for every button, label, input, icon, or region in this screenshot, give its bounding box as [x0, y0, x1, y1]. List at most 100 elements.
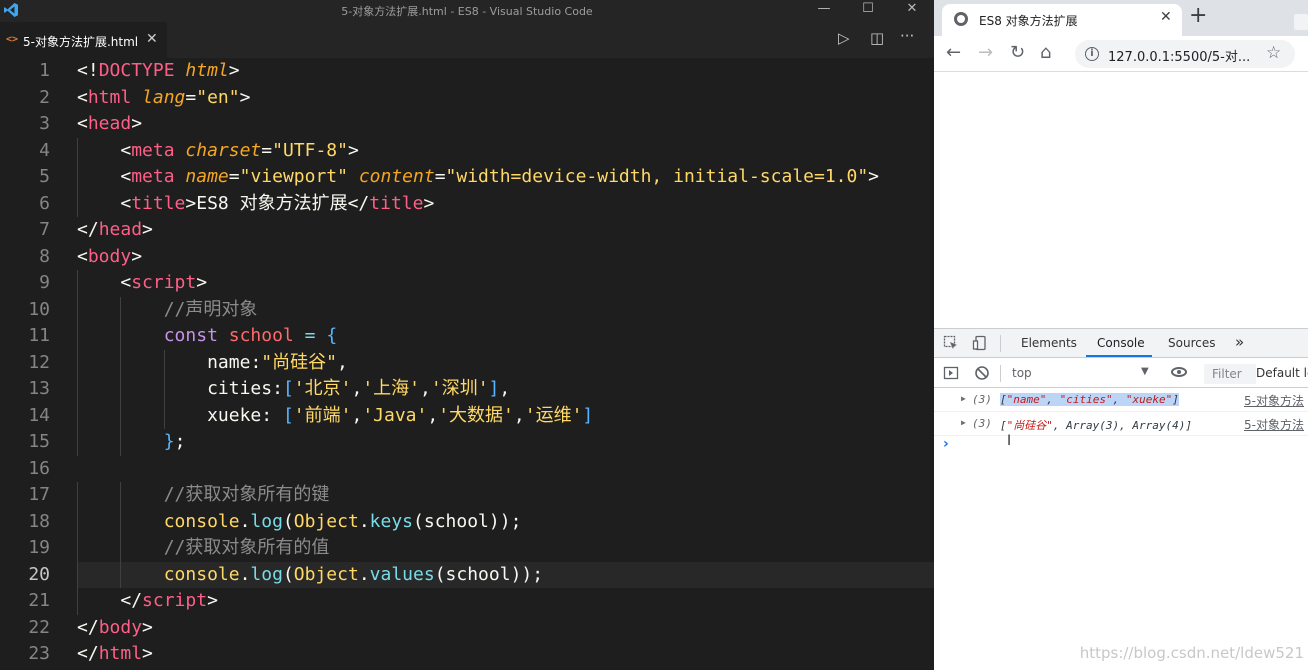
- code-line[interactable]: 14 xueke: ['前端','Java','大数据','运维']: [0, 402, 934, 429]
- home-icon[interactable]: ⌂: [1040, 42, 1051, 63]
- sidebar-toggle-icon[interactable]: [943, 365, 959, 381]
- code-token: //声明对象: [163, 298, 258, 320]
- console-prompt-icon[interactable]: ›: [943, 436, 949, 452]
- reload-icon[interactable]: ↻: [1010, 42, 1025, 63]
- bookmark-star-icon[interactable]: ☆: [1266, 43, 1281, 63]
- expand-triangle-icon[interactable]: ▶: [961, 418, 966, 427]
- devtools-tabbar: Elements Console Sources »: [934, 329, 1308, 358]
- code-line[interactable]: 12 name:"尚硅谷",: [0, 349, 934, 376]
- code-token: '北京': [293, 378, 352, 399]
- code-line[interactable]: 21 </script>: [0, 588, 934, 615]
- code-line[interactable]: 16: [0, 456, 934, 483]
- code-line[interactable]: 7 </head>: [0, 217, 934, 244]
- close-tab-icon[interactable]: ✕: [1160, 9, 1172, 25]
- more-actions-icon[interactable]: ···: [900, 27, 914, 45]
- code-editor[interactable]: 1 <!DOCTYPE html> 2 <html lang="en"> 3 <head>…: [0, 58, 934, 670]
- line-number: 7: [39, 219, 50, 240]
- code-text: //声明对象: [164, 297, 258, 324]
- code-token: html: [185, 60, 229, 81]
- code-token: "UTF-8": [272, 139, 348, 161]
- console-log-row[interactable]: ▶ (3) ["尚硅谷", Array(3), Array(4)] 5-对象方法: [934, 412, 1308, 436]
- code-token: <!: [77, 60, 99, 81]
- code-line[interactable]: 17 //获取对象所有的键: [0, 482, 934, 509]
- device-toolbar-icon[interactable]: [972, 335, 988, 351]
- close-window-button[interactable]: ✕: [890, 0, 934, 22]
- browser-tab[interactable]: ES8 对象方法扩展 ✕: [942, 4, 1182, 36]
- code-line[interactable]: 15};: [0, 429, 934, 456]
- indent-guide: [77, 429, 78, 456]
- code-token: )): [510, 563, 533, 585]
- code-line[interactable]: 13 cities:['北京','上海','深圳'],: [0, 376, 934, 403]
- array-preview: ["尚硅谷", Array(3), Array(4)]: [1000, 419, 1192, 432]
- tab-console[interactable]: Console: [1097, 336, 1145, 350]
- back-icon[interactable]: ←: [946, 42, 961, 63]
- close-tab-icon[interactable]: ✕: [146, 31, 158, 47]
- code-line[interactable]: 10 //声明对象: [0, 296, 934, 324]
- code-line[interactable]: 4 <meta charset="UTF-8">: [0, 137, 934, 164]
- minimize-button[interactable]: —: [802, 0, 846, 22]
- code-token: =: [185, 86, 197, 108]
- new-tab-button[interactable]: +: [1189, 5, 1207, 27]
- split-editor-icon[interactable]: ◫: [870, 29, 884, 47]
- code-text: <!DOCTYPE html>: [77, 58, 240, 85]
- log-source-link[interactable]: 5-对象方法: [1244, 392, 1304, 409]
- indent-guide: [77, 402, 78, 429]
- inspect-element-icon[interactable]: [943, 335, 959, 351]
- maximize-button[interactable]: ☐: [846, 0, 890, 22]
- line-number: 15: [28, 431, 50, 452]
- log-source-link[interactable]: 5-对象方法: [1244, 416, 1304, 433]
- code-line[interactable]: 20 console.log(Object.values(school));: [28, 561, 934, 588]
- run-icon[interactable]: ▷: [838, 29, 850, 47]
- code-text: };: [164, 429, 186, 456]
- code-token: "尚硅谷": [261, 351, 337, 373]
- code-token: ,: [351, 378, 363, 399]
- context-selector[interactable]: top: [1012, 366, 1032, 380]
- editor-tab[interactable]: <> 5-对象方法扩展.html ✕: [0, 22, 167, 58]
- indent-guide: [120, 402, 122, 429]
- code-line[interactable]: 6 <title>ES8 对象方法扩展</title>: [0, 190, 934, 217]
- indent-guide: [163, 376, 165, 403]
- code-line[interactable]: 22 </body>: [0, 615, 934, 642]
- code-token: :: [250, 351, 262, 373]
- code-token: '前端': [293, 404, 352, 426]
- console-log-row[interactable]: ▶ (3) ["name", "cities", "xueke"] 5-对象方法: [934, 388, 1308, 412]
- code-line[interactable]: 23 </html>: [0, 641, 934, 668]
- code-line[interactable]: 19 //获取对象所有的值: [0, 535, 934, 562]
- address-bar[interactable]: i 127.0.0.1:5500/5-对... ☆: [1075, 40, 1295, 68]
- code-line[interactable]: 8 <body>: [0, 244, 934, 271]
- code-token: "width=device-width, initial-scale=1.0": [445, 166, 869, 187]
- watermark: https://blog.csdn.net/ldew521: [1079, 644, 1304, 662]
- chevron-down-icon[interactable]: ▼: [1141, 366, 1149, 377]
- code-token: >: [131, 245, 143, 267]
- code-token: ,: [499, 378, 511, 399]
- indent-guide: [120, 349, 122, 376]
- code-token: ES8 对象方法扩展: [196, 192, 348, 214]
- info-icon[interactable]: i: [1085, 47, 1099, 61]
- filter-placeholder: Filter: [1212, 367, 1242, 381]
- code-line[interactable]: 1 <!DOCTYPE html>: [0, 58, 934, 85]
- more-tabs-icon[interactable]: »: [1235, 333, 1244, 351]
- code-line[interactable]: 9 <script>: [0, 270, 934, 297]
- clear-console-icon[interactable]: [974, 365, 990, 381]
- eye-icon[interactable]: [1171, 367, 1187, 377]
- code-text: <head>: [77, 111, 142, 138]
- code-line[interactable]: 2 <html lang="en">: [0, 85, 934, 112]
- url-text: 127.0.0.1:5500/5-对...: [1108, 50, 1251, 65]
- code-token: content: [358, 166, 435, 187]
- vscode-window: 5-对象方法扩展.html - ES8 - Visual Studio Code…: [0, 0, 934, 670]
- code-token: console: [163, 510, 240, 532]
- code-line[interactable]: 3 <head>: [0, 111, 934, 138]
- forward-icon[interactable]: →: [978, 42, 993, 63]
- log-levels-dropdown[interactable]: Default le: [1256, 366, 1308, 380]
- tab-sources[interactable]: Sources: [1168, 336, 1215, 350]
- code-token: {: [326, 325, 338, 346]
- expand-triangle-icon[interactable]: ▶: [961, 394, 966, 403]
- indent-guide: [77, 164, 78, 191]
- code-line[interactable]: 11 const school = {: [0, 323, 934, 350]
- profile-icon[interactable]: [1294, 14, 1308, 30]
- code-line[interactable]: 5 <meta name="viewport" content="width=de…: [0, 164, 934, 191]
- filter-input[interactable]: Filter: [1204, 364, 1256, 384]
- code-line[interactable]: 18 console.log(Object.keys(school));: [0, 508, 934, 535]
- tab-elements[interactable]: Elements: [1021, 336, 1077, 350]
- code-text: </body>: [77, 615, 153, 642]
